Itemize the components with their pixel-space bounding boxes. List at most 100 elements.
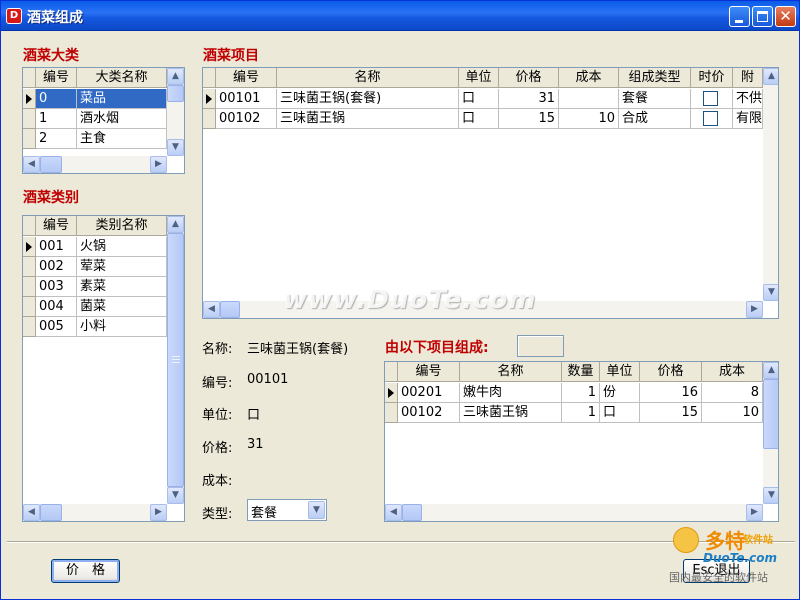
scroll-down-icon[interactable]: ▼	[167, 487, 184, 504]
item-name-cell[interactable]: 三味菌王锅	[277, 109, 459, 129]
comp-price-cell[interactable]: 15	[640, 403, 702, 423]
type-vscroll[interactable]: ▲ ▼	[167, 216, 184, 504]
scroll-right-icon[interactable]: ▶	[746, 301, 763, 318]
category-hscroll[interactable]: ◀ ▶	[23, 156, 167, 173]
item-market-price-cell[interactable]	[691, 109, 733, 129]
type-name-cell[interactable]: 小料	[77, 317, 167, 337]
comp-header-qty[interactable]: 数量	[562, 362, 600, 382]
type-code-cell[interactable]: 004	[36, 297, 77, 317]
comp-name-cell[interactable]: 三味菌王锅	[460, 403, 562, 423]
comp-header-name[interactable]: 名称	[460, 362, 562, 382]
category-name-cell[interactable]: 酒水烟	[77, 109, 167, 129]
items-header-extra[interactable]: 附	[733, 68, 763, 88]
type-hscroll[interactable]: ◀ ▶	[23, 504, 167, 521]
type-name-cell[interactable]: 菌菜	[77, 297, 167, 317]
category-code-cell[interactable]: 2	[36, 129, 77, 149]
type-name-cell[interactable]: 火锅	[77, 237, 167, 257]
type-code-cell[interactable]: 001	[36, 237, 77, 257]
comp-unit-cell[interactable]: 口	[600, 403, 640, 423]
type-select[interactable]: 套餐 ▼	[247, 499, 327, 521]
scroll-left-icon[interactable]: ◀	[385, 504, 402, 521]
scroll-thumb[interactable]	[167, 233, 184, 487]
category-header-name[interactable]: 大类名称	[77, 68, 167, 88]
type-header-code[interactable]: 编号	[36, 216, 77, 236]
scroll-right-icon[interactable]: ▶	[150, 504, 167, 521]
comp-cost-cell[interactable]: 10	[702, 403, 763, 423]
type-code-cell[interactable]: 002	[36, 257, 77, 277]
category-code-cell[interactable]: 1	[36, 109, 77, 129]
category-vscroll[interactable]: ▲ ▼	[167, 68, 184, 156]
scroll-down-icon[interactable]: ▼	[763, 487, 778, 504]
close-button[interactable]: ✕	[775, 6, 796, 27]
comp-code-cell[interactable]: 00201	[398, 383, 460, 403]
type-name-cell[interactable]: 素菜	[77, 277, 167, 297]
item-extra-cell[interactable]: 不供	[733, 89, 763, 109]
scroll-left-icon[interactable]: ◀	[203, 301, 220, 318]
composition-hscroll[interactable]: ◀ ▶	[385, 504, 763, 521]
items-vscroll[interactable]: ▲ ▼	[763, 68, 778, 301]
scroll-up-icon[interactable]: ▲	[167, 216, 184, 233]
items-header-name[interactable]: 名称	[277, 68, 459, 88]
items-grid[interactable]: 编号 名称 单位 价格 成本 组成类型 时价 附 00101 三味菌王锅(套餐)…	[202, 67, 779, 319]
scroll-thumb[interactable]	[763, 379, 778, 449]
type-name-cell[interactable]: 荤菜	[77, 257, 167, 277]
composition-box[interactable]	[517, 335, 564, 357]
comp-unit-cell[interactable]: 份	[600, 383, 640, 403]
items-header-market-price[interactable]: 时价	[691, 68, 733, 88]
type-code-cell[interactable]: 005	[36, 317, 77, 337]
items-header-price[interactable]: 价格	[499, 68, 559, 88]
comp-header-unit[interactable]: 单位	[600, 362, 640, 382]
item-cost-cell[interactable]: 10	[559, 109, 619, 129]
scroll-right-icon[interactable]: ▶	[746, 504, 763, 521]
scroll-thumb[interactable]	[220, 301, 240, 318]
category-name-cell[interactable]: 菜品	[77, 89, 167, 109]
item-comp-type-cell[interactable]: 合成	[619, 109, 691, 129]
scroll-thumb[interactable]	[167, 85, 184, 102]
comp-header-code[interactable]: 编号	[398, 362, 460, 382]
comp-name-cell[interactable]: 嫩牛肉	[460, 383, 562, 403]
item-market-price-cell[interactable]	[691, 89, 733, 109]
item-code-cell[interactable]: 00102	[216, 109, 277, 129]
type-grid[interactable]: 编号 类别名称 001 火锅 002 荤菜 003 素菜 004 菌菜 005 …	[22, 215, 185, 522]
item-unit-cell[interactable]: 口	[459, 89, 499, 109]
item-code-cell[interactable]: 00101	[216, 89, 277, 109]
chevron-down-icon[interactable]: ▼	[308, 501, 325, 519]
type-header-name[interactable]: 类别名称	[77, 216, 167, 236]
comp-header-cost[interactable]: 成本	[702, 362, 763, 382]
market-price-checkbox[interactable]	[703, 91, 718, 106]
item-cost-cell[interactable]	[559, 89, 619, 109]
scroll-up-icon[interactable]: ▲	[763, 68, 778, 85]
items-header-unit[interactable]: 单位	[459, 68, 499, 88]
composition-vscroll[interactable]: ▲ ▼	[763, 362, 778, 504]
comp-header-price[interactable]: 价格	[640, 362, 702, 382]
scroll-up-icon[interactable]: ▲	[763, 362, 778, 379]
scroll-down-icon[interactable]: ▼	[763, 284, 778, 301]
scroll-thumb[interactable]	[40, 156, 62, 173]
scroll-left-icon[interactable]: ◀	[23, 504, 40, 521]
item-price-cell[interactable]: 15	[499, 109, 559, 129]
item-unit-cell[interactable]: 口	[459, 109, 499, 129]
item-extra-cell[interactable]: 有限	[733, 109, 763, 129]
scroll-down-icon[interactable]: ▼	[167, 139, 184, 156]
comp-code-cell[interactable]: 00102	[398, 403, 460, 423]
scroll-thumb[interactable]	[402, 504, 422, 521]
composition-grid[interactable]: 编号 名称 数量 单位 价格 成本 00201 嫩牛肉 1 份 16 8 001…	[384, 361, 779, 522]
maximize-button[interactable]	[752, 6, 773, 27]
comp-price-cell[interactable]: 16	[640, 383, 702, 403]
market-price-checkbox[interactable]	[703, 111, 718, 126]
scroll-up-icon[interactable]: ▲	[167, 68, 184, 85]
item-comp-type-cell[interactable]: 套餐	[619, 89, 691, 109]
minimize-button[interactable]	[729, 6, 750, 27]
category-grid[interactable]: 编号 大类名称 0 菜品 1 酒水烟 2 主食 ▲ ▼ ◀ ▶	[22, 67, 185, 174]
scroll-right-icon[interactable]: ▶	[150, 156, 167, 173]
items-header-code[interactable]: 编号	[216, 68, 277, 88]
comp-cost-cell[interactable]: 8	[702, 383, 763, 403]
scroll-thumb[interactable]	[40, 504, 62, 521]
category-header-code[interactable]: 编号	[36, 68, 77, 88]
comp-qty-cell[interactable]: 1	[562, 383, 600, 403]
price-button[interactable]: 价 格	[51, 559, 120, 583]
items-header-comp-type[interactable]: 组成类型	[619, 68, 691, 88]
item-name-cell[interactable]: 三味菌王锅(套餐)	[277, 89, 459, 109]
scroll-left-icon[interactable]: ◀	[23, 156, 40, 173]
item-price-cell[interactable]: 31	[499, 89, 559, 109]
